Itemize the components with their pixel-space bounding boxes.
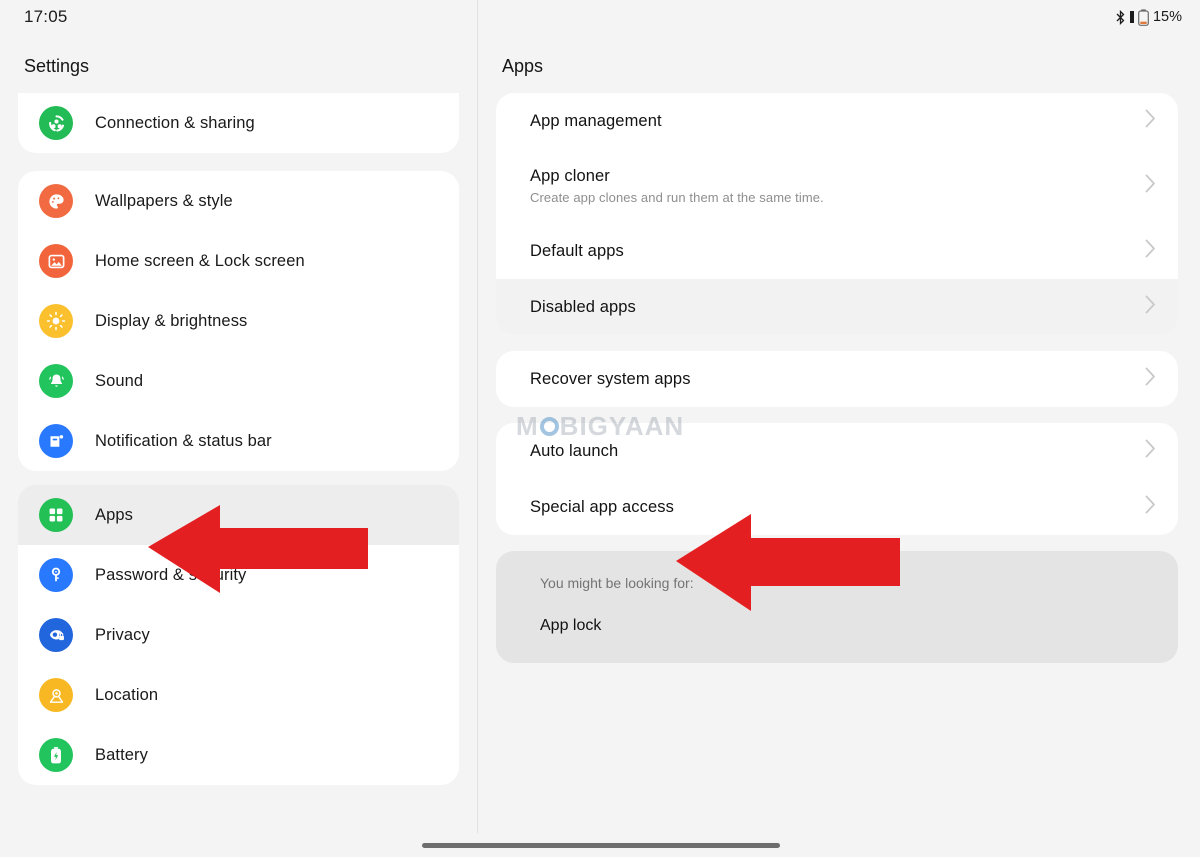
content-row-texts: App cloner Create app clones and run them… (530, 167, 824, 205)
content-row-subtitle: Create app clones and run them at the sa… (530, 190, 824, 205)
content-row-label: App management (530, 111, 662, 130)
sidebar-item-wallpapers-style[interactable]: Wallpapers & style (18, 171, 459, 231)
chevron-right-icon (1145, 239, 1156, 263)
content-row-texts: Auto launch (530, 442, 618, 461)
sidebar-item-connection-sharing[interactable]: Connection & sharing (18, 93, 459, 153)
sidebar-item-label: Battery (95, 745, 148, 764)
content-row-texts: Disabled apps (530, 298, 636, 317)
sidebar-item-label: Apps (95, 505, 134, 524)
content-row-label: Recover system apps (530, 369, 691, 388)
content-card-card-apps-main: App management App cloner Create app clone… (496, 93, 1178, 335)
content-row-texts: Recover system apps (530, 370, 691, 389)
sidebar-item-location[interactable]: Location (18, 665, 459, 725)
sidebar-groups: Connection & sharing Wallpapers & style Ho… (0, 93, 477, 785)
chevron-right-icon (1145, 109, 1156, 133)
battery-icon (1138, 8, 1149, 26)
apps-grid-icon (39, 498, 73, 532)
content-row-auto-launch[interactable]: Auto launch (496, 423, 1178, 479)
image-icon (39, 244, 73, 278)
status-bar-right: 15% (478, 0, 1200, 34)
content-row-label: Default apps (530, 241, 624, 260)
sidebar-item-label: Notification & status bar (95, 431, 272, 450)
battery-charge-icon (39, 738, 73, 772)
bell-icon (39, 364, 73, 398)
content-row-label: Auto launch (530, 441, 619, 460)
sidebar-group-group-connection: Connection & sharing (18, 93, 459, 153)
content-row-app-cloner[interactable]: App cloner Create app clones and run them… (496, 149, 1178, 223)
sidebar-item-label: Connection & sharing (95, 113, 255, 132)
chevron-right-icon (1145, 439, 1156, 463)
location-pin-icon (39, 678, 73, 712)
chevron-right-icon (1145, 174, 1156, 198)
battery-percent-label: 15% (1152, 9, 1182, 25)
apps-detail-panel: 15% Apps App management App cloner Create … (478, 0, 1200, 857)
sidebar-item-sound[interactable]: Sound (18, 351, 459, 411)
key-icon (39, 558, 73, 592)
sidebar-item-label: Home screen & Lock screen (95, 251, 305, 270)
content-row-texts: App management (530, 112, 662, 131)
sidebar-group-group-personalization: Wallpapers & style Home screen & Lock scr… (18, 171, 459, 471)
content-title: Apps (502, 56, 544, 76)
home-indicator[interactable] (422, 843, 780, 848)
settings-sidebar-panel: 17:05 Settings Connection & sharing Wallp… (0, 0, 478, 857)
content-row-recover-system-apps[interactable]: Recover system apps (496, 351, 1178, 407)
content-row-texts: Default apps (530, 242, 624, 261)
content-row-disabled-apps[interactable]: Disabled apps (496, 279, 1178, 335)
arrow-pointing-apps (148, 505, 368, 593)
content-row-label: Disabled apps (530, 297, 636, 316)
chevron-right-icon (1145, 495, 1156, 519)
bluetooth-icon (1115, 9, 1126, 25)
content-card-card-recover: Recover system apps (496, 351, 1178, 407)
sidebar-item-display-brightness[interactable]: Display & brightness (18, 291, 459, 351)
arrow-pointing-special-app-access (676, 514, 900, 611)
palette-icon (39, 184, 73, 218)
privacy-eye-icon (39, 618, 73, 652)
sidebar-item-label: Privacy (95, 625, 150, 644)
sidebar-item-privacy[interactable]: Privacy (18, 605, 459, 665)
content-cards: App management App cloner Create app clone… (478, 93, 1200, 535)
sidebar-item-label: Sound (95, 371, 144, 390)
content-row-default-apps[interactable]: Default apps (496, 223, 1178, 279)
connection-sharing-icon (39, 106, 73, 140)
sidebar-item-notification-status-bar[interactable]: Notification & status bar (18, 411, 459, 471)
status-bar-left: 17:05 (0, 0, 477, 34)
sidebar-item-label: Wallpapers & style (95, 191, 233, 210)
chevron-right-icon (1145, 295, 1156, 319)
sidebar-item-home-screen-lock-screen[interactable]: Home screen & Lock screen (18, 231, 459, 291)
content-row-texts: Special app access (530, 498, 674, 517)
sidebar-item-label: Display & brightness (95, 311, 248, 330)
content-row-label: App cloner (530, 167, 610, 185)
content-row-label: Special app access (530, 497, 674, 516)
notification-icon (39, 424, 73, 458)
sidebar-title: Settings (24, 56, 90, 76)
sidebar-item-label: Location (95, 685, 159, 704)
signal-bar-icon (1129, 10, 1135, 24)
tablet-settings-screen: 17:05 Settings Connection & sharing Wallp… (0, 0, 1200, 857)
brightness-icon (39, 304, 73, 338)
content-row-app-management[interactable]: App management (496, 93, 1178, 149)
status-bar-clock: 17:05 (24, 7, 68, 26)
sidebar-item-battery[interactable]: Battery (18, 725, 459, 785)
chevron-right-icon (1145, 367, 1156, 391)
